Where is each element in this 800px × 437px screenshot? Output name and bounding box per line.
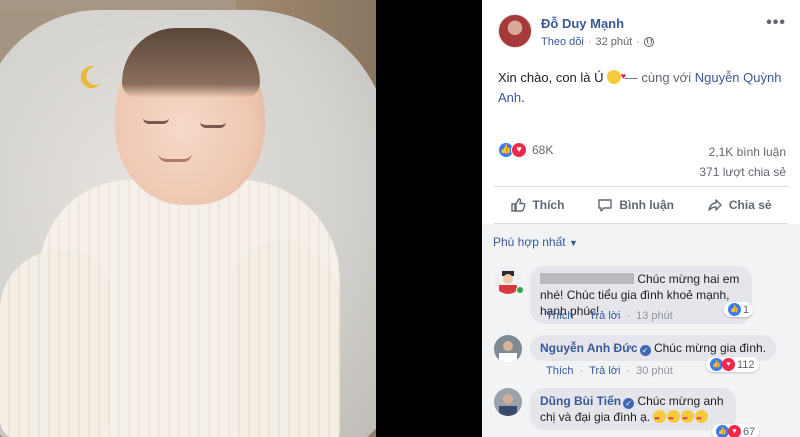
meta-separator: · — [579, 365, 584, 377]
comment-time[interactable]: 13 phút — [636, 310, 673, 322]
globe-icon — [643, 37, 654, 47]
reactions-summary[interactable]: 👍 ♥ 68K — [498, 142, 553, 158]
comment-like-link[interactable]: Thích — [546, 365, 574, 377]
comment-text-line2: đại gia đình ạ. — [574, 410, 651, 424]
comment-reply-link[interactable]: Trả lời — [589, 365, 620, 377]
moon-icon — [80, 66, 101, 89]
meta-separator: · — [636, 36, 640, 48]
thumbs-up-icon — [511, 198, 526, 212]
online-status-dot — [516, 286, 524, 294]
share-button-label: Chia sẻ — [728, 198, 772, 212]
post-message: Xin chào, con là Ú — [498, 70, 604, 85]
comment-reaction-count: 67 — [743, 425, 756, 437]
shares-count[interactable]: 371 lượt chia sẻ — [699, 162, 786, 182]
love-reaction-icon: ♥ — [511, 142, 527, 158]
share-button[interactable]: Chia sẻ — [707, 197, 772, 213]
post-panel: Đỗ Duy Mạnh Theo dõi · 32 phút · ••• Xin… — [482, 0, 800, 437]
like-button[interactable]: Thích — [510, 197, 564, 213]
verified-badge-icon: ✓ — [623, 398, 635, 409]
post-time[interactable]: 32 phút — [595, 36, 632, 48]
baby-photo[interactable] — [0, 0, 376, 437]
meta-separator: · — [587, 36, 592, 48]
comment-like-link[interactable]: Thích — [546, 310, 574, 322]
love-reaction-icon: ♥ — [728, 425, 741, 437]
commenter-name[interactable]: Dũng Bùi Tiến — [540, 394, 621, 408]
commenter-name[interactable]: Nguyễn Anh Đức — [540, 341, 638, 355]
verified-badge-icon: ✓ — [639, 345, 651, 356]
caret-down-icon: ▼ — [568, 238, 578, 248]
post-stats: 2,1K bình luận 371 lượt chia sẻ — [699, 142, 786, 182]
post-text: Xin chào, con là Ú — cùng với Nguyễn Quỳ… — [498, 66, 788, 108]
photo-baby-eye — [200, 122, 226, 128]
like-reaction-icon: 👍 — [728, 303, 741, 316]
comment-meta: Thích · Trả lời · 30 phút — [546, 365, 673, 377]
heart-eyes-icon — [681, 410, 695, 427]
comment-reply-link[interactable]: Trả lời — [589, 310, 620, 322]
comment-reactions[interactable]: 👍 ♥ 67 — [712, 424, 760, 437]
divider — [494, 186, 788, 187]
post-meta: Theo dõi · 32 phút · — [541, 36, 654, 48]
photo-baby-mouth — [158, 153, 192, 162]
author-avatar[interactable] — [498, 14, 532, 48]
comment-reactions[interactable]: 👍 ♥ 112 — [706, 357, 759, 372]
heart-eyes-icon — [653, 410, 667, 427]
comment-sort-dropdown[interactable]: Phù hợp nhất ▼ — [493, 235, 578, 249]
photo-baby-eye — [143, 118, 169, 124]
avatar-image — [494, 388, 522, 416]
photo-viewer — [0, 0, 482, 437]
avatar-image — [494, 335, 522, 363]
follow-link[interactable]: Theo dõi — [541, 36, 584, 48]
comment-reactions[interactable]: 👍 1 — [724, 302, 754, 317]
comment-reaction-count: 112 — [737, 358, 755, 371]
love-reaction-icon: ♥ — [722, 358, 735, 371]
comment-button[interactable]: Bình luận — [597, 197, 674, 213]
commenter-avatar[interactable] — [494, 388, 522, 416]
author-name[interactable]: Đỗ Duy Mạnh — [541, 16, 624, 31]
photo-baby-arm-right — [230, 240, 340, 437]
post-actions: Thích Bình luận Chia sẻ — [494, 190, 788, 220]
comment-time[interactable]: 30 phút — [636, 365, 673, 377]
more-icon[interactable]: ••• — [766, 14, 786, 32]
like-button-label: Thích — [532, 198, 565, 212]
comment-button-label: Bình luận — [619, 198, 674, 212]
meta-separator: · — [626, 365, 631, 377]
heart-eyes-icon — [695, 410, 709, 427]
comment-sort-label: Phù hợp nhất — [493, 235, 566, 249]
reaction-count: 68K — [532, 143, 554, 157]
meta-separator: · — [579, 310, 584, 322]
smiling-face-with-hearts-icon — [607, 66, 626, 86]
post-header: Đỗ Duy Mạnh Theo dõi · 32 phút · ••• — [482, 0, 800, 56]
post-text-end: . — [521, 90, 525, 105]
comment-bubble: Dũng Bùi Tiến ✓ Chúc mừng anh chị và đại … — [530, 388, 736, 430]
photo-baby-arm-left — [0, 250, 110, 437]
share-icon — [708, 199, 722, 211]
comment-icon — [598, 199, 613, 212]
redacted-name — [540, 273, 634, 284]
heart-eyes-icon — [667, 410, 681, 427]
with-text: — cùng với — [624, 70, 692, 85]
comment-text: Chúc mừng gia đình. — [653, 341, 767, 355]
comment-reaction-count: 1 — [743, 303, 750, 316]
comments-count[interactable]: 2,1K bình luận — [699, 142, 786, 162]
commenter-avatar[interactable] — [494, 335, 522, 363]
comment-meta: Thích · Trả lời · 13 phút — [546, 310, 673, 322]
meta-separator: · — [626, 310, 631, 322]
